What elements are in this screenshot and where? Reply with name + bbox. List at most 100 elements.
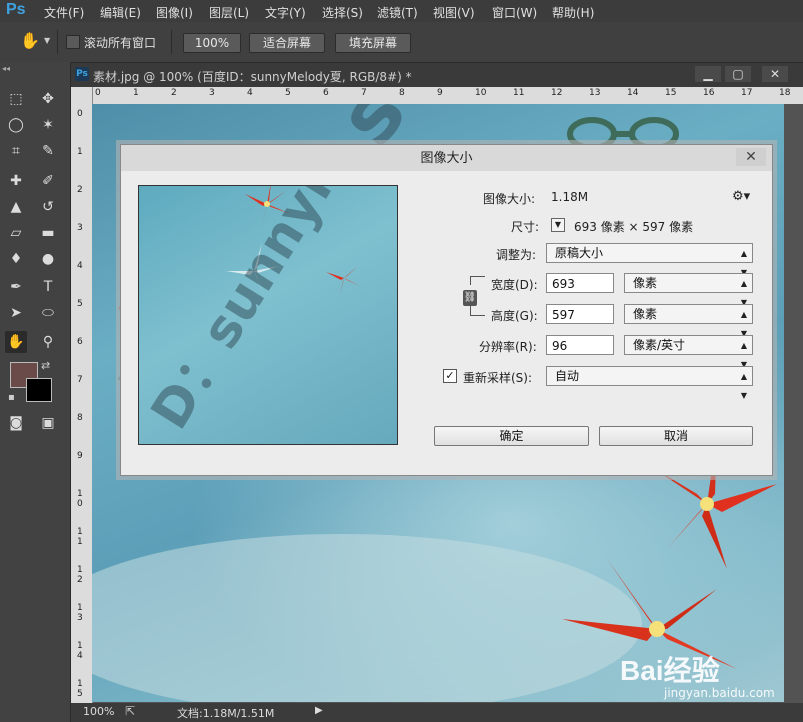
resample-checkbox[interactable]: ✓ <box>443 369 457 383</box>
status-menu-arrow-icon[interactable]: ▶ <box>315 705 323 716</box>
fit-to-label: 调整为: <box>496 248 537 262</box>
scroll-all-checkbox[interactable] <box>66 35 80 49</box>
blur-tool-icon[interactable]: ♦ <box>5 248 27 270</box>
history-brush-icon[interactable]: ↺ <box>37 196 59 218</box>
swap-colors-icon[interactable]: ⇄ <box>41 359 50 372</box>
ruler-tick-label: 18 <box>779 88 791 98</box>
maximize-icon[interactable]: ▢ <box>725 66 751 82</box>
path-select-icon[interactable]: ➤ <box>5 302 27 324</box>
ruler-tick-label: 1 0 <box>77 489 83 509</box>
cancel-button[interactable]: 取消 <box>599 426 753 446</box>
ruler-tick-label: 1 2 <box>77 565 83 585</box>
menu-help[interactable]: 帮助(H) <box>552 4 594 21</box>
ruler-tick-label: 0 <box>95 88 101 98</box>
flower-icon <box>326 266 360 294</box>
horizontal-ruler[interactable]: 0 1 2 3 4 5 6 7 8 9 10 11 12 13 14 15 16 17 18 <box>92 87 803 105</box>
magic-wand-icon[interactable]: ✶ <box>37 114 59 136</box>
dimensions-dropdown-icon[interactable]: ▼ <box>551 218 565 232</box>
hand-tool-icon[interactable]: ✋ <box>20 31 40 50</box>
brush-tool-icon[interactable]: ✐ <box>37 170 59 192</box>
menu-layer[interactable]: 图层(L) <box>209 4 249 21</box>
scroll-area[interactable] <box>784 104 803 702</box>
dimensions-label: 尺寸: <box>511 220 540 234</box>
lasso-tool-icon[interactable]: ◯ <box>5 114 27 136</box>
ruler-tick-label: 1 <box>133 88 139 98</box>
baidu-jingyan-url: jingyan.baidu.com <box>664 686 775 700</box>
ruler-tick-label: 0 <box>77 109 83 119</box>
ruler-tick-label: 4 <box>77 261 83 271</box>
dodge-tool-icon[interactable]: ● <box>37 248 59 270</box>
marquee-tool-icon[interactable]: ⬚ <box>5 88 27 110</box>
zoom-level[interactable]: 100% <box>83 705 114 718</box>
resample-select[interactable]: 自动 ▲ ▼ <box>546 366 753 400</box>
fit-screen-button[interactable]: 适合屏幕 <box>249 33 325 53</box>
vertical-ruler[interactable]: 0 1 2 3 4 5 6 7 8 9 1 0 1 1 1 2 1 3 1 4 1 5 <box>71 87 93 703</box>
zoom-100-button[interactable]: 100% <box>183 33 241 53</box>
menu-window[interactable]: 窗口(W) <box>492 4 537 21</box>
constrain-bracket-bottom <box>470 305 485 316</box>
ruler-tick-label: 6 <box>323 88 329 98</box>
stamp-tool-icon[interactable]: ▲ <box>5 196 27 218</box>
tool-preset-chevron-icon[interactable]: ▼ <box>44 36 50 45</box>
ruler-tick-label: 15 <box>665 88 677 98</box>
baidu-jingyan-logo: Bai经验 <box>620 655 720 686</box>
menu-filter[interactable]: 滤镜(T) <box>377 4 418 21</box>
ruler-tick-label: 5 <box>285 88 291 98</box>
width-unit-select[interactable]: 像素 ▲ ▼ <box>624 273 753 307</box>
constrain-bracket-top <box>470 276 485 285</box>
document-tab[interactable]: Ps 素材.jpg @ 100% (百度ID：sunnyMelody夏, RGB… <box>71 63 803 87</box>
height-unit-value: 像素 <box>633 307 658 321</box>
height-input[interactable]: 597 <box>546 304 614 324</box>
default-colors-icon[interactable]: ▪ <box>8 392 15 403</box>
collapse-icon[interactable]: ◂◂ <box>2 64 10 73</box>
ruler-tick-label: 6 <box>77 337 83 347</box>
healing-brush-icon[interactable]: ✚ <box>5 170 27 192</box>
ruler-tick-label: 1 <box>77 147 83 157</box>
photoshop-logo: Ps <box>6 1 26 18</box>
crop-tool-icon[interactable]: ⌗ <box>5 140 27 162</box>
pen-tool-icon[interactable]: ✒ <box>5 276 27 298</box>
move-tool-icon[interactable]: ✥ <box>37 88 59 110</box>
hand-tool-icon[interactable]: ✋ <box>5 331 27 353</box>
type-tool-icon[interactable]: T <box>37 276 59 298</box>
close-window-icon[interactable]: ✕ <box>762 66 788 82</box>
status-bar: 100% ⇱ 文档:1.18M/1.51M ▶ <box>71 703 803 722</box>
height-unit-select[interactable]: 像素 ▲ ▼ <box>624 304 753 338</box>
zoom-tool-icon[interactable]: ⚲ <box>37 331 59 353</box>
menu-edit[interactable]: 编辑(E) <box>100 4 141 21</box>
ok-button[interactable]: 确定 <box>434 426 589 446</box>
fit-to-select[interactable]: 原稿大小 ▲▼ <box>546 243 753 277</box>
document-info: 文档:1.18M/1.51M <box>177 707 275 720</box>
dialog-title[interactable]: 图像大小 <box>121 145 772 171</box>
width-input[interactable]: 693 <box>546 273 614 293</box>
ellipse-tool-icon[interactable]: ⬭ <box>37 302 59 324</box>
gradient-tool-icon[interactable]: ▬ <box>37 222 59 244</box>
menu-view[interactable]: 视图(V) <box>433 4 475 21</box>
dialog-close-icon[interactable]: ✕ <box>736 148 766 166</box>
ruler-tick-label: 7 <box>77 375 83 385</box>
settings-gear-icon[interactable]: ⚙▾ <box>732 189 750 204</box>
minimize-icon[interactable]: ▁ <box>695 66 721 82</box>
ruler-tick-label: 1 3 <box>77 603 83 623</box>
image-preview[interactable]: D：sunnyMe <box>138 185 398 445</box>
resolution-input[interactable]: 96 <box>546 335 614 355</box>
ruler-tick-label: 9 <box>437 88 443 98</box>
constrain-proportions-link-icon[interactable]: ⛓ <box>463 290 477 306</box>
resolution-unit-select[interactable]: 像素/英寸 ▲ ▼ <box>624 335 753 369</box>
menu-file[interactable]: 文件(F) <box>44 4 84 21</box>
ruler-tick-label: 13 <box>589 88 601 98</box>
background-color-swatch[interactable] <box>26 378 52 402</box>
menu-type[interactable]: 文字(Y) <box>265 4 306 21</box>
menu-image[interactable]: 图像(I) <box>156 4 193 21</box>
eyedropper-icon[interactable]: ✎ <box>37 140 59 162</box>
export-icon[interactable]: ⇱ <box>125 704 135 718</box>
ruler-tick-label: 14 <box>627 88 639 98</box>
toolbox: ◂◂ ⬚ ✥ ◯ ✶ ⌗ ✎ ✚ ✐ ▲ ↺ ▱ ▬ ♦ ● ✒ T ➤ ⬭ ✋… <box>0 62 71 722</box>
eraser-tool-icon[interactable]: ▱ <box>5 222 27 244</box>
menu-select[interactable]: 选择(S) <box>322 4 363 21</box>
resolution-unit-value: 像素/英寸 <box>633 338 686 352</box>
fill-screen-button[interactable]: 填充屏幕 <box>335 33 411 53</box>
ruler-tick-label: 1 4 <box>77 641 83 661</box>
screen-mode-icon[interactable]: ▣ <box>37 412 59 434</box>
quick-mask-icon[interactable]: ◙ <box>5 412 27 434</box>
